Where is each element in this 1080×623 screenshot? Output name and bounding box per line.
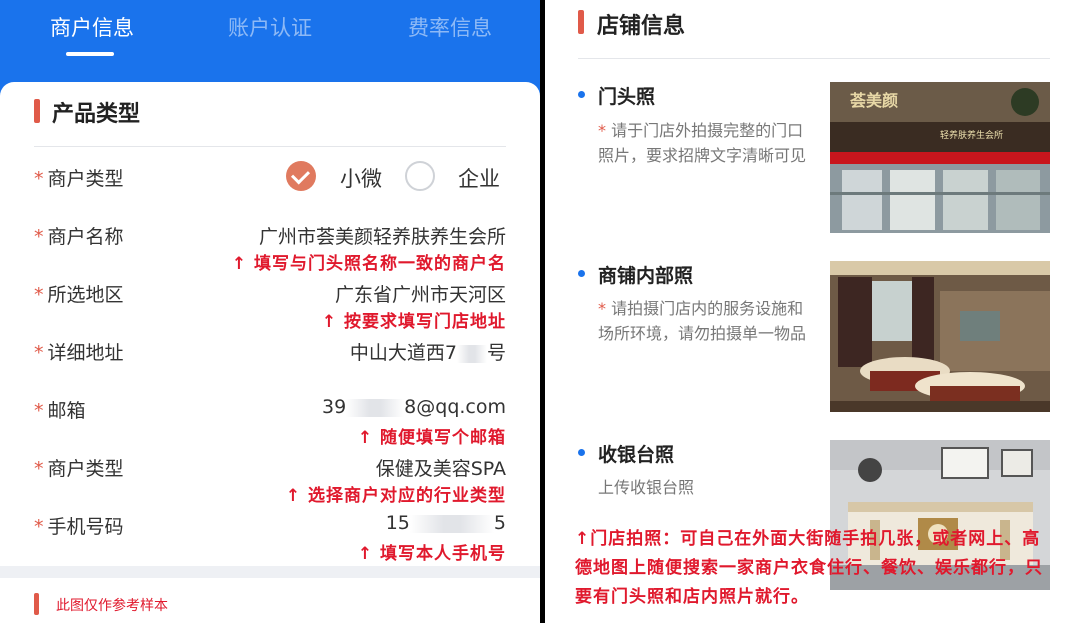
shop-sign-subtext: 轻养肤养生会所: [940, 129, 1003, 141]
section-marker: [578, 10, 584, 34]
bullet-dot: [578, 270, 585, 277]
field-label-merchant-type: * 商户类型: [34, 168, 124, 190]
radio-label-enterprise[interactable]: 企业: [458, 163, 500, 193]
item-title-storefront: 门头照: [598, 86, 656, 108]
item-desc-cashier: 上传收银台照: [598, 478, 695, 497]
merchant-form-card: 产品类型 * 商户类型 小微 企业 * 商户名称 广州市荟美颜轻养肤养生会所 ↑ 填…: [0, 82, 540, 566]
shop-sign-text: 荟美颜: [849, 91, 898, 110]
hint-industry: ↑ 选择商户对应的行业类型: [285, 486, 506, 506]
redaction-blur: [346, 398, 405, 417]
section-title-store-info: 店铺信息: [597, 14, 686, 39]
section-title-product-type: 产品类型: [52, 102, 141, 127]
merchant-info-panel: 商户信息 账户认证 费率信息 产品类型 * 商户类型 小微 企业 * 商户名称 广州…: [0, 0, 540, 623]
field-label-address: * 详细地址: [34, 342, 124, 364]
active-tab-indicator: [66, 52, 114, 56]
phone-value[interactable]: 15 5: [386, 512, 506, 534]
hint-region: ↑ 按要求填写门店地址: [321, 312, 506, 332]
section-marker: [34, 99, 40, 123]
item-desc-interior: * 请拍摄门店内的服务设施和场所环境，请勿拍摄单一物品: [598, 299, 807, 343]
merchant-name-value[interactable]: 广州市荟美颜轻养肤养生会所: [259, 222, 506, 249]
industry-value[interactable]: 保健及美容SPA: [376, 454, 506, 481]
annotation-note: ↑门店拍照：可自己在外面大街随手拍几张，或者网上、高德地图上随便搜索一家商户衣食…: [575, 529, 1043, 607]
section-divider: [34, 146, 506, 147]
region-value[interactable]: 广东省广州市天河区: [335, 280, 506, 307]
email-value[interactable]: 39 8@qq.com: [322, 396, 506, 418]
storefront-photo-image: 荟美颜 轻养肤养生会所: [830, 82, 1050, 233]
storefront-photo[interactable]: 荟美颜 轻养肤养生会所: [830, 82, 1050, 233]
sample-note: 此图仅作参考样本: [56, 598, 168, 614]
item-desc-storefront: * 请于门店外拍摄完整的门口照片，要求招牌文字清晰可见: [598, 121, 807, 165]
address-value[interactable]: 中山大道西7 号: [350, 338, 506, 365]
tab-merchant-info[interactable]: 商户信息: [50, 12, 134, 42]
field-label-industry: * 商户类型: [34, 458, 124, 480]
radio-enterprise[interactable]: [405, 161, 435, 191]
radio-small-micro-checked[interactable]: [286, 161, 316, 191]
redaction-blur: [456, 344, 487, 363]
sample-footer: 此图仅作参考样本: [0, 578, 540, 623]
tab-rate-info[interactable]: 费率信息: [408, 12, 492, 42]
hint-email: ↑ 随便填写个邮箱: [357, 428, 506, 448]
tab-account-verification[interactable]: 账户认证: [228, 12, 312, 42]
field-label-email: * 邮箱: [34, 400, 86, 422]
interior-photo-image: [830, 261, 1050, 412]
hint-phone: ↑ 填写本人手机号: [357, 544, 506, 564]
item-title-interior: 商铺内部照: [598, 265, 694, 287]
bullet-dot: [578, 91, 585, 98]
bullet-dot: [578, 449, 585, 456]
field-label-phone: * 手机号码: [34, 516, 124, 538]
interior-photo[interactable]: [830, 261, 1050, 412]
redaction-blur: [409, 514, 494, 533]
section-divider: [578, 58, 1050, 59]
footer-marker: [34, 593, 39, 615]
store-info-panel: 店铺信息 门头照 * 请于门店外拍摄完整的门口照片，要求招牌文字清晰可见 荟美颜…: [545, 0, 1080, 623]
field-label-region: * 所选地区: [34, 284, 124, 306]
field-label-merchant-name: * 商户名称: [34, 226, 124, 248]
radio-label-small-micro[interactable]: 小微: [340, 163, 382, 193]
item-title-cashier: 收银台照: [598, 444, 675, 466]
hint-merchant-name: ↑ 填写与门头照名称一致的商户名: [231, 254, 506, 274]
